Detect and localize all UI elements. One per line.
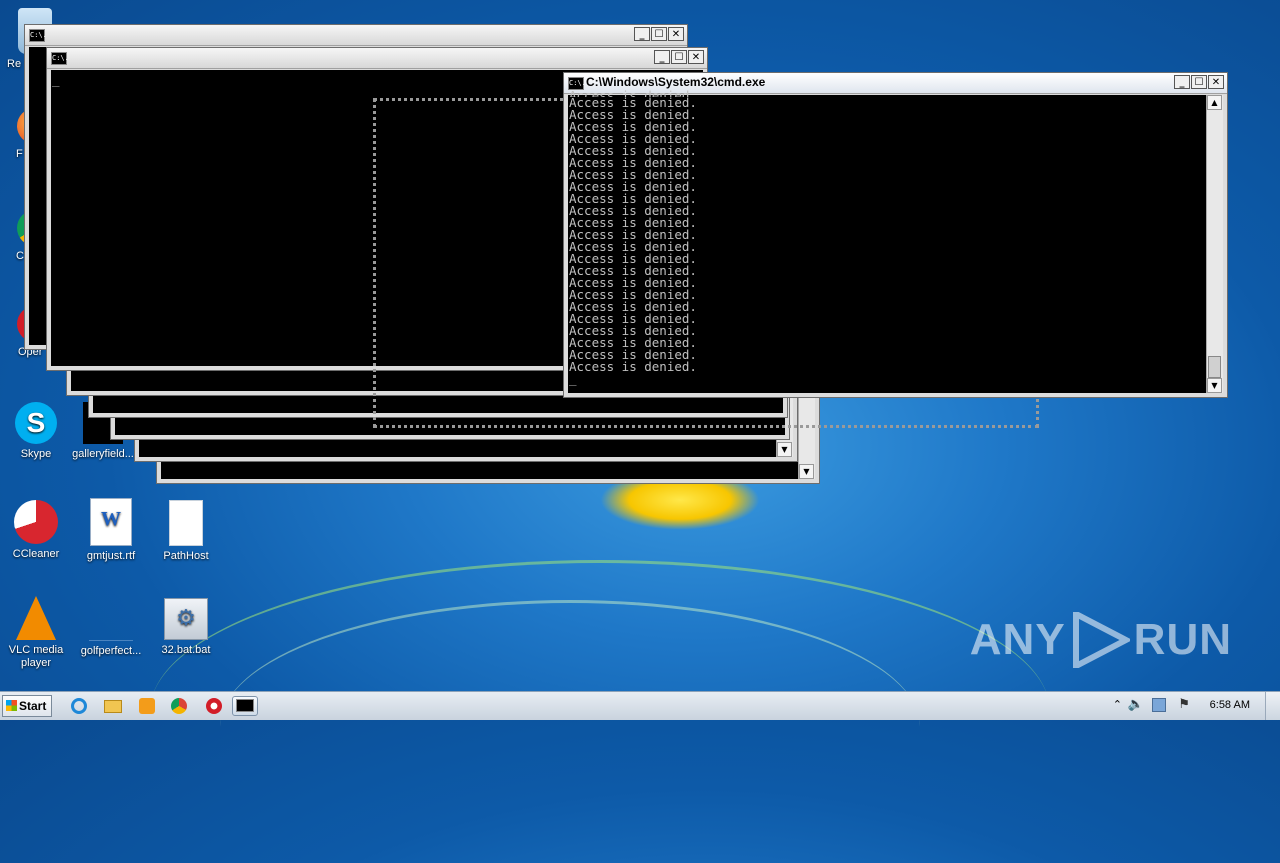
console-output: Access is denied. Access is denied. Acces…: [568, 90, 1207, 385]
anyrun-watermark: ANY RUN: [970, 612, 1232, 668]
media-player-icon[interactable]: [136, 696, 158, 716]
title-bar[interactable]: C:\. _ ☐ ✕: [47, 48, 707, 69]
word-document-icon: W: [90, 498, 132, 546]
maximize-button[interactable]: ☐: [1191, 75, 1207, 89]
maximize-button[interactable]: ☐: [671, 50, 687, 64]
desktop-icon-ccleaner[interactable]: CCleaner: [0, 500, 73, 561]
start-button[interactable]: Start: [2, 695, 52, 717]
minimize-button[interactable]: _: [634, 27, 650, 41]
minimize-button[interactable]: _: [654, 50, 670, 64]
window-title: C:\Windows\System32\cmd.exe: [586, 75, 766, 89]
volume-icon[interactable]: 🔈: [1128, 697, 1144, 712]
cmd-window-front[interactable]: C:\. C:\Windows\System32\cmd.exe _ ☐ ✕ A…: [563, 72, 1228, 398]
clock[interactable]: 6:58 AM: [1210, 699, 1250, 711]
minimize-button[interactable]: _: [1174, 75, 1190, 89]
taskbar: Start ⌃ 🔈 ⚑ 6:58 AM: [0, 691, 1280, 720]
windows-flag-icon: [6, 700, 17, 711]
ccleaner-icon: [14, 500, 58, 544]
show-desktop-button[interactable]: [1265, 692, 1280, 720]
desktop-icon-vlc[interactable]: VLC media player: [0, 596, 73, 670]
show-hidden-icons-icon[interactable]: ⌃: [1113, 698, 1122, 711]
scrollbar[interactable]: ▲ ▼: [1206, 95, 1223, 393]
explorer-icon[interactable]: [102, 696, 124, 716]
close-button[interactable]: ✕: [688, 50, 704, 64]
opera-icon[interactable]: [203, 696, 225, 716]
desktop-icon-pathhost[interactable]: PathHost: [149, 500, 223, 563]
console-app-icon: C:\.: [29, 29, 47, 42]
desktop-icon-skype[interactable]: S Skype: [0, 402, 73, 461]
network-icon[interactable]: [1152, 698, 1166, 712]
console-app-icon: C:\.: [51, 52, 69, 65]
watermark-text-left: ANY: [969, 615, 1066, 664]
scroll-down-arrow-icon[interactable]: ▼: [1207, 378, 1222, 393]
desktop-icon-32bat[interactable]: ⚙ 32.bat.bat: [149, 598, 223, 657]
file-icon: [89, 596, 133, 641]
cmd-icon[interactable]: [232, 696, 258, 716]
title-bar[interactable]: C:\. _ ☐ ✕: [25, 25, 687, 46]
watermark-text-right: RUN: [1133, 615, 1232, 664]
wallpaper-swoosh-2: [220, 600, 920, 853]
scroll-down-arrow-icon[interactable]: ▼: [799, 464, 814, 479]
action-center-flag-icon[interactable]: ⚑: [1178, 697, 1190, 712]
skype-icon: S: [15, 402, 57, 444]
desktop-icon-golfperfect[interactable]: golfperfect...: [74, 596, 148, 658]
scroll-down-arrow-icon[interactable]: ▼: [777, 442, 792, 457]
close-button[interactable]: ✕: [1208, 75, 1224, 89]
console-cursor: _: [569, 371, 577, 386]
console-app-icon: C:\.: [568, 77, 586, 90]
scroll-thumb[interactable]: [1208, 356, 1221, 378]
play-logo-icon: [1072, 612, 1130, 668]
batch-file-gear-icon: ⚙: [164, 598, 208, 640]
chrome-icon[interactable]: [168, 696, 190, 716]
maximize-button[interactable]: ☐: [651, 27, 667, 41]
ie-icon[interactable]: [68, 696, 90, 716]
scroll-up-arrow-icon[interactable]: ▲: [1207, 95, 1222, 110]
close-button[interactable]: ✕: [668, 27, 684, 41]
desktop-icon-gmtjust[interactable]: W gmtjust.rtf: [74, 498, 148, 563]
console-area: Access is denied. Access is denied. Acces…: [568, 90, 1207, 393]
console-line: Access is denied.: [569, 359, 697, 374]
blank-file-icon: [169, 500, 203, 546]
start-label: Start: [19, 699, 47, 713]
vlc-icon: [16, 596, 56, 640]
